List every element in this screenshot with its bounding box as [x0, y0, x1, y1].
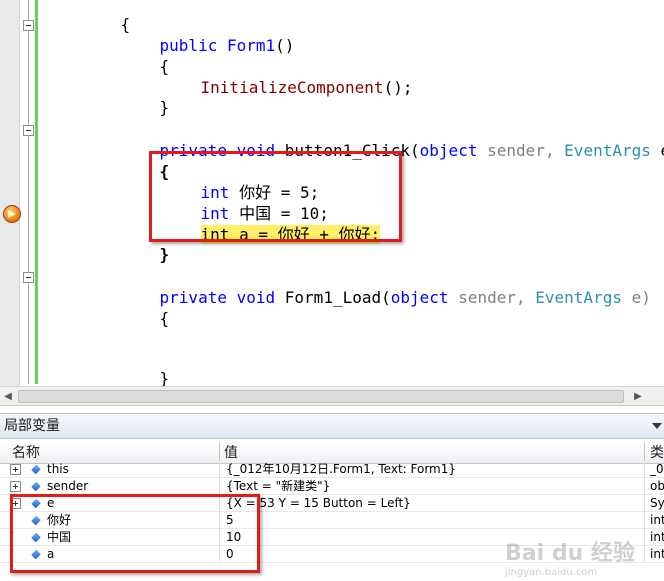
paren: (: [410, 141, 420, 160]
param-type: object: [419, 141, 478, 160]
var-type: int: [650, 513, 664, 527]
locals-title: 局部变量: [4, 418, 60, 434]
var-type: ob: [650, 479, 664, 493]
var-type: _0: [650, 462, 664, 476]
locals-row[interactable]: sender {Text = "新建类"} ob: [0, 478, 664, 495]
brace: }: [159, 245, 170, 264]
paren: (: [381, 288, 391, 307]
code-editor[interactable]: { public Form1() { InitializeComponent()…: [0, 0, 664, 386]
brace: }: [159, 98, 170, 117]
var-type: Sy: [650, 496, 664, 510]
brace: {: [159, 309, 170, 328]
callout-box: [149, 151, 402, 242]
param-type: EventArgs: [564, 141, 651, 160]
cell-divider: [644, 512, 645, 529]
code-line: {: [121, 289, 170, 349]
param-name: sender,: [487, 141, 555, 160]
param-name: e): [661, 141, 664, 160]
breakpoint-gutter[interactable]: [0, 0, 20, 386]
method-call: InitializeComponent: [200, 78, 384, 97]
param-type: EventArgs: [535, 288, 622, 307]
code-line-call: InitializeComponent();: [162, 58, 413, 118]
scroll-right-icon[interactable]: ▶: [632, 391, 644, 403]
var-name: sender: [47, 479, 89, 493]
param-type: object: [390, 288, 449, 307]
locals-title-bar[interactable]: 局部变量: [0, 413, 664, 439]
collapse-ctor-icon[interactable]: [23, 20, 34, 31]
parens: (): [275, 36, 295, 55]
var-name: this: [47, 462, 69, 476]
var-value: {_012年10月12日.Form1, Text: Form1}: [226, 462, 457, 476]
code-line: }: [121, 349, 170, 386]
watermark-brand: Bai du 经验: [505, 541, 635, 566]
callout-box: [10, 494, 260, 573]
outline-line: [28, 0, 29, 384]
cell-divider: [644, 495, 645, 512]
watermark: Bai du 经验 jingyan.baidu.com: [505, 535, 655, 579]
locals-row[interactable]: this {_012年10月12日.Form1, Text: Form1} _0: [0, 461, 664, 478]
panel-menu-icon[interactable]: [652, 423, 662, 429]
method-name: Form1: [226, 36, 276, 55]
param-name: e): [631, 288, 651, 307]
keyword: void: [236, 288, 276, 307]
field-icon: [31, 481, 41, 492]
cell-divider: [219, 478, 220, 495]
call-tail: ();: [383, 78, 413, 97]
horizontal-scrollbar[interactable]: ◀ ▶: [0, 386, 664, 406]
cell-divider: [644, 461, 645, 478]
collapse-click-icon[interactable]: [23, 125, 34, 136]
keyword: private: [159, 288, 227, 307]
expand-icon[interactable]: [10, 464, 21, 475]
cell-divider: [219, 461, 220, 478]
scroll-left-icon[interactable]: ◀: [2, 391, 14, 403]
field-icon: [31, 464, 41, 475]
method-name: Form1_Load: [284, 288, 382, 307]
brace: }: [159, 369, 170, 386]
code-line-load-sig: private void Form1_Load(object sender, E…: [121, 268, 651, 328]
watermark-url: jingyan.baidu.com: [505, 567, 598, 578]
change-tracking-bar: [35, 0, 38, 384]
cell-divider: [644, 478, 645, 495]
param-name: sender,: [458, 288, 526, 307]
scroll-thumb[interactable]: [18, 390, 624, 403]
collapse-load-icon[interactable]: [23, 272, 34, 283]
var-value: {Text = "新建类"}: [226, 479, 331, 493]
expand-icon[interactable]: [10, 481, 21, 492]
current-statement-arrow-icon: [3, 205, 21, 223]
